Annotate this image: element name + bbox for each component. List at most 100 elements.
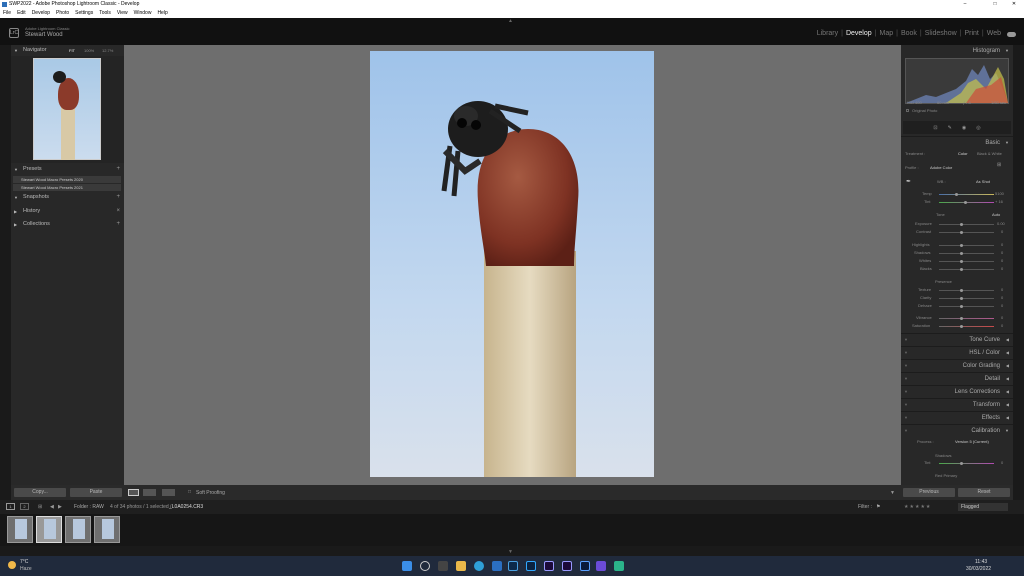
exposure-value[interactable]: 0.00 [997,221,1005,226]
history-header[interactable]: ▶ History × [11,206,124,217]
after-effects-icon[interactable] [562,561,572,571]
profile-browser-icon[interactable]: ⊞ [997,162,1001,168]
highlights-slider[interactable] [939,245,994,246]
before-after-icon[interactable] [143,489,156,496]
collapse-bottom-icon[interactable]: ▼ [508,549,513,555]
tint-value[interactable]: + 16 [995,199,1003,204]
presets-header[interactable]: ▼ Presets + [11,164,124,175]
menu-settings[interactable]: Settings [75,9,93,18]
module-web[interactable]: Web [987,30,1001,37]
module-book[interactable]: Book [901,30,917,37]
app-icon-green[interactable] [614,561,624,571]
exposure-slider[interactable] [939,224,994,225]
menu-photo[interactable]: Photo [56,9,69,18]
folder-label[interactable]: Folder : RAW [74,500,104,514]
cloud-icon[interactable] [1007,32,1016,37]
main-photo[interactable] [370,51,654,477]
filmstrip-thumb[interactable] [94,516,120,543]
lens-corrections-header[interactable]: ▼ Lens Corrections ◀ [901,385,1013,397]
menu-edit[interactable]: Edit [17,9,26,18]
contrast-slider[interactable] [939,232,994,233]
clarity-knob[interactable] [960,297,963,300]
vibrance-knob[interactable] [960,317,963,320]
flag-icon[interactable]: ⚑ [876,500,880,514]
toolbar-menu-icon[interactable]: ▼ [890,490,895,496]
menu-develop[interactable]: Develop [32,9,50,18]
maximize-button[interactable]: □ [985,0,1005,9]
lightroom-taskbar-icon[interactable] [508,561,518,571]
reset-button[interactable]: Reset [958,488,1010,497]
menu-help[interactable]: Help [157,9,167,18]
module-slideshow[interactable]: Slideshow [925,30,957,37]
vibrance-value[interactable]: 0 [1001,315,1003,320]
copy-button[interactable]: Copy... [14,488,66,497]
search-icon[interactable] [420,561,430,571]
module-develop[interactable]: Develop [846,30,872,37]
paste-button[interactable]: Paste [70,488,122,497]
file-explorer-icon[interactable] [456,561,466,571]
transform-header[interactable]: ▼ Transform ◀ [901,398,1013,410]
texture-value[interactable]: 0 [1001,287,1003,292]
blacks-knob[interactable] [960,268,963,271]
hsl-header[interactable]: ▼ HSL / Color ◀ [901,346,1013,358]
tint-knob[interactable] [964,201,967,204]
collapse-top-icon[interactable]: ▲ [508,18,513,24]
highlights-knob[interactable] [960,244,963,247]
wb-dropdown[interactable]: As Shot [976,179,990,184]
collections-header[interactable]: ▶ Collections + [11,219,124,230]
histogram-graph[interactable] [905,58,1009,104]
basic-header[interactable]: Basic ▼ [901,136,1013,148]
whites-knob[interactable] [960,260,963,263]
menu-file[interactable]: File [3,9,11,18]
shadows-slider[interactable] [939,253,994,254]
contrast-value[interactable]: 0 [1001,229,1003,234]
zoom-fit[interactable]: FIT [69,45,75,56]
dehaze-slider[interactable] [939,306,994,307]
cal-tint-knob[interactable] [960,462,963,465]
snapshots-header[interactable]: ▼ Snapshots + [11,192,124,203]
healing-icon[interactable]: ✎ [948,125,952,131]
whites-slider[interactable] [939,261,994,262]
clarity-value[interactable]: 0 [1001,295,1003,300]
temp-knob[interactable] [955,193,958,196]
filter-preset-dropdown[interactable]: Flagged [958,503,1008,511]
saturation-slider[interactable] [939,326,994,327]
temp-value[interactable]: 5100 [995,191,1004,196]
cal-tint-value[interactable]: 0 [1001,460,1003,465]
premiere-icon[interactable] [544,561,554,571]
filmstrip-thumb[interactable] [65,516,91,543]
tone-curve-header[interactable]: ▼ Tone Curve ◀ [901,333,1013,345]
dehaze-value[interactable]: 0 [1001,303,1003,308]
blacks-slider[interactable] [939,269,994,270]
task-view-icon[interactable] [438,561,448,571]
whites-value[interactable]: 0 [1001,258,1003,263]
forward-arrow-icon[interactable]: ▶ [58,500,62,514]
filmstrip-thumb[interactable] [7,516,33,543]
dehaze-knob[interactable] [960,305,963,308]
menu-window[interactable]: Window [134,9,152,18]
weather-icon[interactable] [8,561,16,569]
messenger-icon[interactable] [596,561,606,571]
histogram-header[interactable]: Histogram ▼ [901,45,1013,57]
soft-proofing-checkbox[interactable]: □ [188,489,191,495]
weather-temp[interactable]: 7°C [20,559,28,565]
previous-button[interactable]: Previous [903,488,955,497]
back-arrow-icon[interactable]: ◀ [50,500,54,514]
detail-header[interactable]: ▼ Detail ◀ [901,372,1013,384]
add-collection-icon[interactable]: + [116,219,120,230]
cal-tint-slider[interactable] [939,463,994,464]
zoom-custom[interactable]: 12.7% [102,45,113,56]
navigator-header[interactable]: ▼ Navigator FIT 100% 12.7% [11,45,124,56]
navigator-thumbnail[interactable] [33,58,101,160]
module-map[interactable]: Map [879,30,893,37]
shadows-value[interactable]: 0 [1001,250,1003,255]
treatment-bw[interactable]: Black & White [977,151,1002,156]
compare-view-icon[interactable] [162,489,175,496]
saturation-value[interactable]: 0 [1001,323,1003,328]
highlights-value[interactable]: 0 [1001,242,1003,247]
crop-icon[interactable]: ⊡ [933,125,937,131]
shadows-knob[interactable] [960,252,963,255]
photoshop-icon[interactable] [526,561,536,571]
menu-tools[interactable]: Tools [99,9,111,18]
navigator-preview-area[interactable] [11,56,124,163]
